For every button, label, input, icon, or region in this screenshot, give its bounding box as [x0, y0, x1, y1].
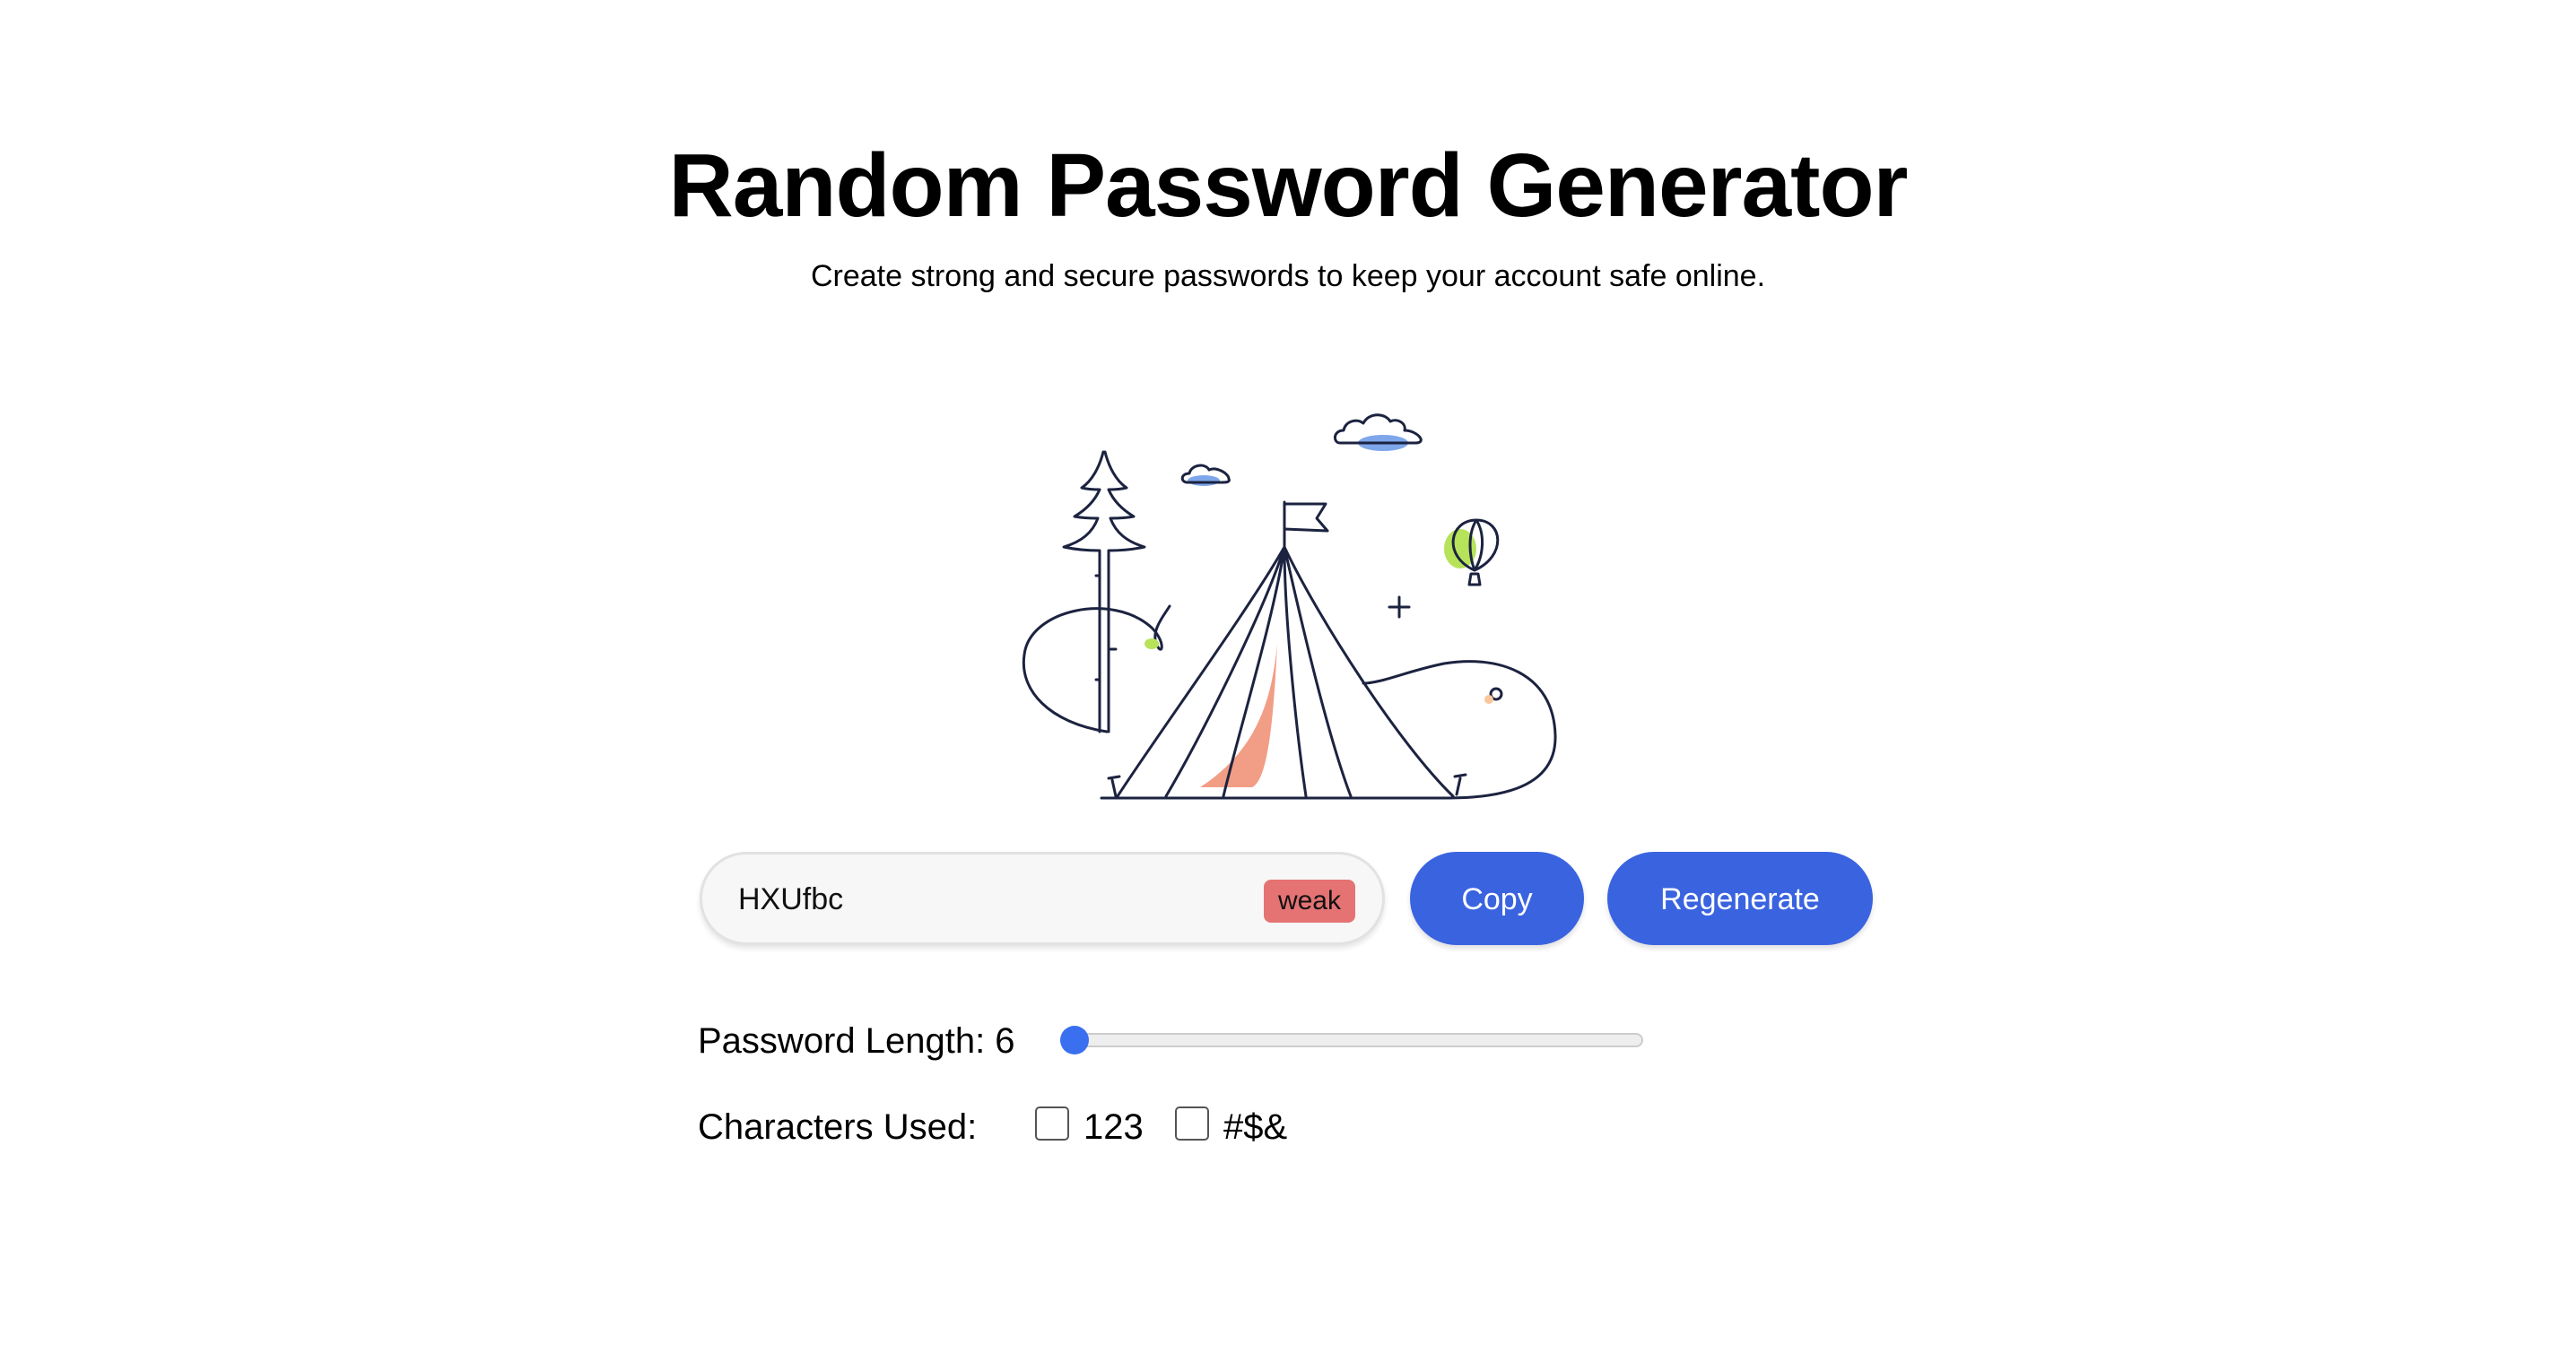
password-display: weak: [700, 852, 1385, 945]
eye-accent: [1484, 695, 1493, 704]
peg-left: [1107, 775, 1121, 798]
copy-button[interactable]: Copy: [1410, 852, 1584, 945]
numbers-option-label: 123: [1083, 1107, 1144, 1147]
camping-illustration: [1022, 413, 1557, 800]
loop-path: [1022, 604, 1171, 733]
password-field[interactable]: [738, 874, 1223, 924]
regenerate-button[interactable]: Regenerate: [1607, 852, 1873, 945]
sparkle: [1388, 595, 1411, 619]
tree: [1103, 450, 1146, 733]
flag: [1283, 502, 1329, 533]
password-length-label: Password Length: 6: [698, 1021, 1015, 1061]
leaf-accent: [1144, 638, 1159, 649]
strength-badge: weak: [1263, 880, 1355, 923]
small-cloud-shadow: [1188, 475, 1220, 486]
tree-left: [1062, 450, 1105, 733]
tent: [1116, 500, 1455, 798]
page-title: Random Password Generator: [668, 135, 1909, 236]
numbers-checkbox[interactable]: [1035, 1106, 1069, 1141]
password-generator-page: Random Password Generator Create strong …: [0, 0, 2576, 1345]
symbols-checkbox[interactable]: [1175, 1106, 1209, 1141]
password-length-slider[interactable]: [1060, 1026, 1643, 1054]
characters-used-label: Characters Used:: [698, 1107, 978, 1147]
peg-right: [1453, 773, 1467, 796]
slider-thumb[interactable]: [1060, 1026, 1089, 1054]
tent-flap: [1200, 644, 1277, 787]
symbols-option-label: #$&: [1223, 1107, 1288, 1147]
page-subtitle: Create strong and secure passwords to ke…: [810, 259, 1766, 293]
